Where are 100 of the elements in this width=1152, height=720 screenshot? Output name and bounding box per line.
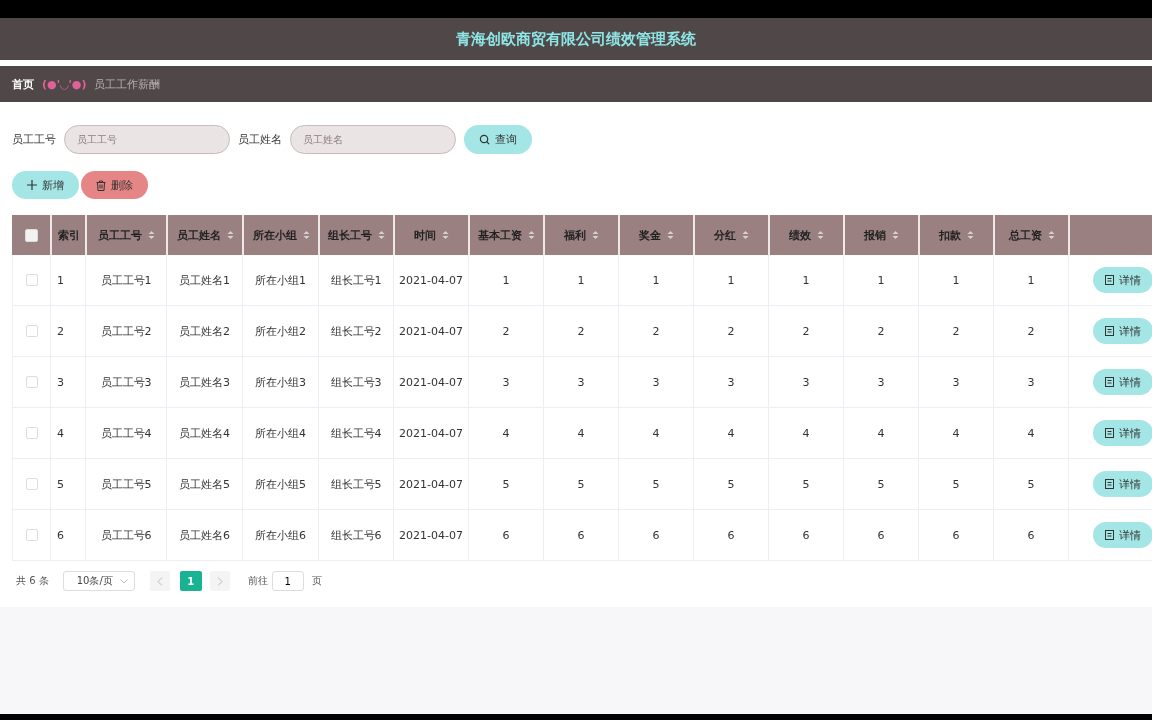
table-cell: 6 bbox=[1027, 528, 1035, 542]
document-icon bbox=[1105, 479, 1114, 489]
detail-button[interactable]: 详情 bbox=[1093, 420, 1152, 446]
table-cell: 组长工号3 bbox=[330, 374, 382, 390]
column-header[interactable]: 总工资 bbox=[993, 215, 1068, 255]
sort-icon[interactable] bbox=[302, 230, 310, 240]
table-cell: 员工姓名4 bbox=[179, 425, 230, 441]
sort-icon[interactable] bbox=[1047, 230, 1055, 240]
table-cell: 员工工号3 bbox=[100, 374, 152, 390]
column-header[interactable]: 基本工资 bbox=[468, 215, 543, 255]
column-header[interactable]: 报销 bbox=[843, 215, 918, 255]
row-checkbox[interactable] bbox=[25, 529, 38, 541]
document-icon bbox=[1105, 326, 1114, 336]
page-input[interactable]: 1 bbox=[271, 571, 304, 591]
sort-icon[interactable] bbox=[892, 230, 899, 240]
table-cell: 组长工号4 bbox=[330, 425, 382, 441]
search-field[interactable]: 员工工号 bbox=[64, 124, 230, 154]
table-cell: 2021-04-07 bbox=[399, 375, 463, 389]
search-button[interactable]: 查询 bbox=[464, 124, 532, 154]
table-cell: 2 bbox=[652, 324, 660, 338]
breadcrumb-home[interactable]: 首页 bbox=[12, 76, 34, 92]
table-cell: 2021-04-07 bbox=[399, 426, 463, 440]
page-size-select[interactable]: 10条/页 bbox=[62, 571, 135, 591]
chevron-right-icon bbox=[216, 576, 223, 586]
trash-icon bbox=[96, 179, 106, 191]
table-cell: 3 bbox=[802, 375, 810, 389]
sort-icon[interactable] bbox=[226, 230, 234, 240]
table-cell: 4 bbox=[802, 426, 810, 440]
detail-button[interactable]: 详情 bbox=[1093, 471, 1152, 497]
table-cell: 6 bbox=[652, 528, 660, 542]
table-cell: 组长工号1 bbox=[330, 272, 382, 288]
detail-button[interactable]: 详情 bbox=[1093, 267, 1152, 293]
document-icon bbox=[1105, 275, 1114, 285]
table-cell: 1 bbox=[802, 273, 810, 287]
page-number-button[interactable]: 1 bbox=[179, 571, 202, 591]
system-title: 青海创欧商贸有限公司绩效管理系统 bbox=[456, 29, 696, 49]
table-cell: 4 bbox=[727, 426, 735, 440]
row-checkbox[interactable] bbox=[25, 427, 38, 439]
table-cell: 4 bbox=[877, 426, 885, 440]
select-all-checkbox[interactable] bbox=[24, 228, 38, 242]
search-field[interactable]: 员工姓名 bbox=[290, 124, 456, 154]
table-cell: 组长工号6 bbox=[330, 527, 382, 543]
table-cell: 1 bbox=[577, 273, 585, 287]
sort-icon[interactable] bbox=[667, 230, 674, 240]
add-button[interactable]: 新增 bbox=[12, 171, 79, 199]
row-checkbox[interactable] bbox=[25, 325, 38, 337]
column-header[interactable]: 福利 bbox=[543, 215, 618, 255]
column-header[interactable]: 扣款 bbox=[918, 215, 993, 255]
delete-button[interactable]: 删除 bbox=[81, 171, 148, 199]
previous-page-button[interactable] bbox=[149, 571, 170, 591]
table-cell: 2 bbox=[727, 324, 735, 338]
breadcrumb-current: 员工工作薪酬 bbox=[94, 76, 161, 92]
table-cell: 员工工号5 bbox=[100, 476, 152, 492]
sort-icon[interactable] bbox=[742, 230, 749, 240]
column-header[interactable]: 组长工号 bbox=[318, 215, 393, 255]
row-checkbox[interactable] bbox=[25, 376, 38, 388]
column-header[interactable]: 员工姓名 bbox=[166, 215, 242, 255]
chevron-left-icon bbox=[156, 576, 163, 586]
table-cell: 6 bbox=[502, 528, 510, 542]
sort-icon[interactable] bbox=[592, 230, 599, 240]
table-cell: 员工姓名5 bbox=[179, 476, 230, 492]
table-cell: 3 bbox=[1027, 375, 1035, 389]
table-cell: 员工工号6 bbox=[100, 527, 152, 543]
sort-icon[interactable] bbox=[442, 230, 449, 240]
table-cell: 6 bbox=[877, 528, 885, 542]
breadcrumb-separator: (●'◡'●) bbox=[42, 77, 87, 91]
next-page-button[interactable] bbox=[209, 571, 230, 591]
table-cell: 5 bbox=[727, 477, 735, 491]
table-cell: 5 bbox=[952, 477, 960, 491]
column-header[interactable]: 员工工号 bbox=[85, 215, 166, 255]
column-header[interactable]: 索引 bbox=[50, 215, 85, 255]
column-header[interactable]: 所在小组 bbox=[242, 215, 318, 255]
table-cell: 3 bbox=[652, 375, 660, 389]
table-cell: 3 bbox=[502, 375, 510, 389]
column-header[interactable]: 时间 bbox=[393, 215, 468, 255]
table-cell: 4 bbox=[1027, 426, 1035, 440]
sort-icon[interactable] bbox=[817, 230, 824, 240]
table-cell: 3 bbox=[577, 375, 585, 389]
table-cell: 3 bbox=[57, 375, 64, 389]
sort-icon[interactable] bbox=[378, 230, 385, 240]
table-cell: 2021-04-07 bbox=[399, 477, 463, 491]
table-cell: 2 bbox=[877, 324, 885, 338]
sort-icon[interactable] bbox=[148, 230, 155, 240]
sort-icon[interactable] bbox=[528, 230, 535, 240]
detail-button[interactable]: 详情 bbox=[1093, 318, 1152, 344]
column-header[interactable]: 奖金 bbox=[618, 215, 693, 255]
detail-button[interactable]: 详情 bbox=[1093, 522, 1152, 548]
table-cell: 2 bbox=[952, 324, 960, 338]
goto-label: 前往 bbox=[247, 574, 268, 588]
detail-button[interactable]: 详情 bbox=[1093, 369, 1152, 395]
row-checkbox[interactable] bbox=[25, 274, 38, 286]
table-cell: 所在小组4 bbox=[255, 425, 306, 441]
column-header[interactable]: 绩效 bbox=[768, 215, 843, 255]
row-checkbox[interactable] bbox=[25, 478, 38, 490]
table-cell: 1 bbox=[57, 273, 64, 287]
sort-icon[interactable] bbox=[967, 230, 974, 240]
column-header[interactable]: 分红 bbox=[693, 215, 768, 255]
table-cell: 5 bbox=[877, 477, 885, 491]
chevron-down-icon bbox=[119, 578, 128, 584]
table-cell: 2021-04-07 bbox=[399, 528, 463, 542]
